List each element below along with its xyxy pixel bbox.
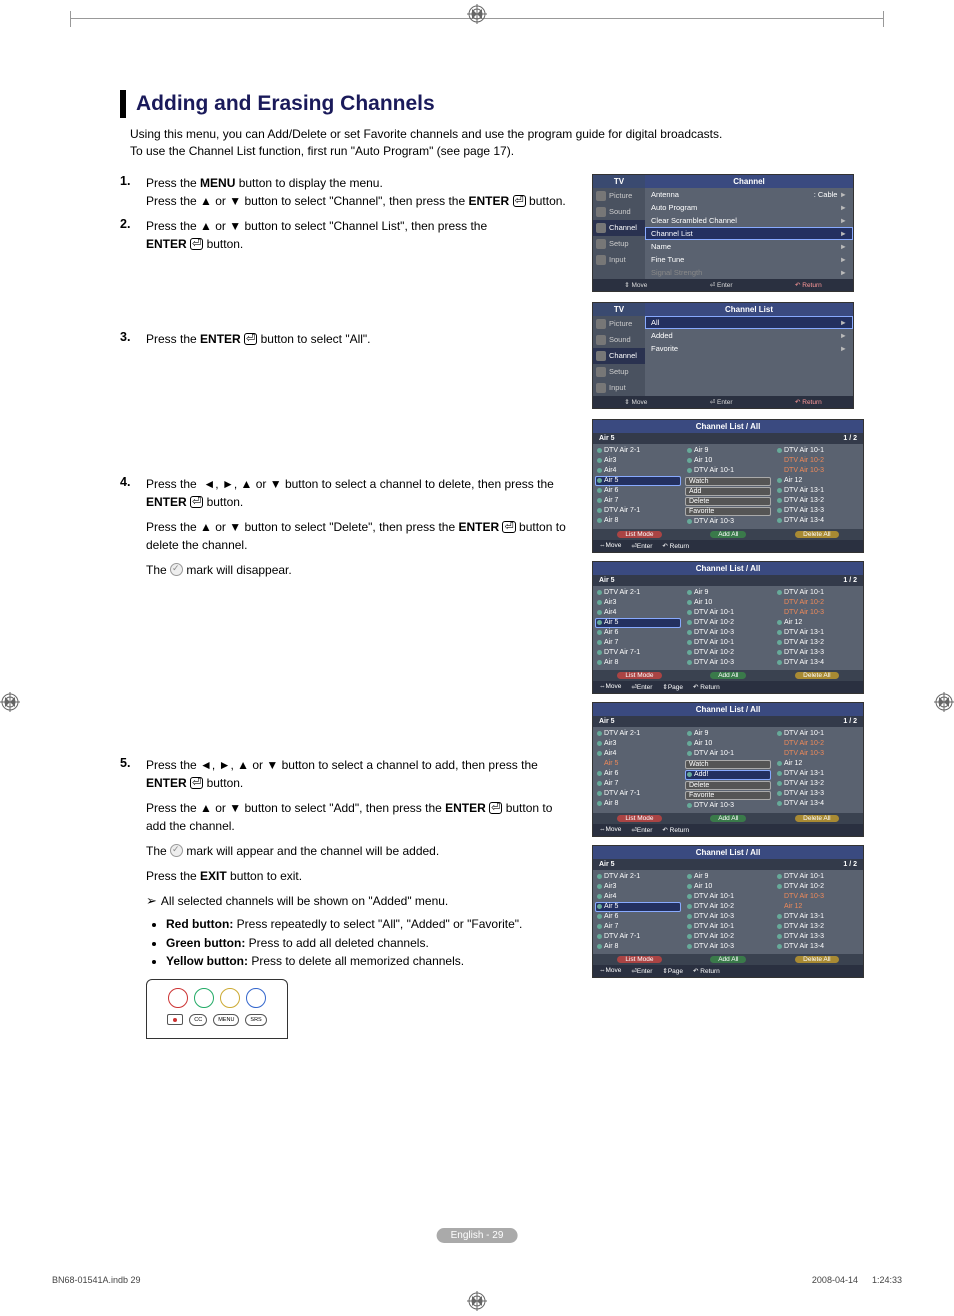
title-bar-icon <box>120 90 126 118</box>
channel-list-screen: Channel List / All Air 51 / 2 DTV Air 2-… <box>592 419 864 553</box>
step-3: 3. Press the ENTER ⏎ button to select "A… <box>120 330 582 349</box>
remote-illustration: CC MENU SRS <box>146 979 288 1039</box>
osd-channel-list-menu: TVPictureSoundChannelSetupInput Channel … <box>592 302 854 409</box>
step-5: 5. Press the ◄, ►, ▲ or ▼ button to sele… <box>120 756 582 1039</box>
enter-icon: ⏎ <box>489 802 502 814</box>
step-1: 1. Press the MENU button to display the … <box>120 174 582 211</box>
channel-list-screen: Channel List / All Air 51 / 2 DTV Air 2-… <box>592 845 864 978</box>
note-icon: ➢ <box>146 893 157 908</box>
osd-channel-menu: TVPictureSoundChannelSetupInput ChannelA… <box>592 174 854 292</box>
footer-filename: BN68-01541A.indb 29 <box>52 1275 141 1285</box>
enter-icon: ⏎ <box>502 521 515 533</box>
enter-icon: ⏎ <box>244 333 257 345</box>
channel-list-screen: Channel List / All Air 51 / 2 DTV Air 2-… <box>592 561 864 694</box>
intro-text: Using this menu, you can Add/Delete or s… <box>130 126 864 160</box>
step-4: 4. Press the ◄, ►, ▲ or ▼ button to sele… <box>120 475 582 580</box>
channel-list-screen: Channel List / All Air 51 / 2 DTV Air 2-… <box>592 702 864 837</box>
registration-mark-icon <box>934 692 954 712</box>
registration-mark-icon <box>0 692 20 712</box>
registration-mark-icon <box>467 1291 487 1311</box>
step-2: 2. Press the ▲ or ▼ button to select "Ch… <box>120 217 582 254</box>
enter-icon: ⏎ <box>190 777 203 789</box>
check-mark-icon <box>170 844 183 857</box>
enter-icon: ⏎ <box>513 195 526 207</box>
page-number-pill: English - 29 <box>437 1228 518 1243</box>
registration-mark-icon <box>467 4 487 24</box>
enter-icon: ⏎ <box>190 496 203 508</box>
record-icon <box>167 1014 183 1025</box>
check-mark-icon <box>170 563 183 576</box>
page-title: Adding and Erasing Channels <box>136 92 435 116</box>
enter-icon: ⏎ <box>190 238 203 250</box>
footer-timestamp: 2008-04-14 1:24:33 <box>812 1275 902 1285</box>
